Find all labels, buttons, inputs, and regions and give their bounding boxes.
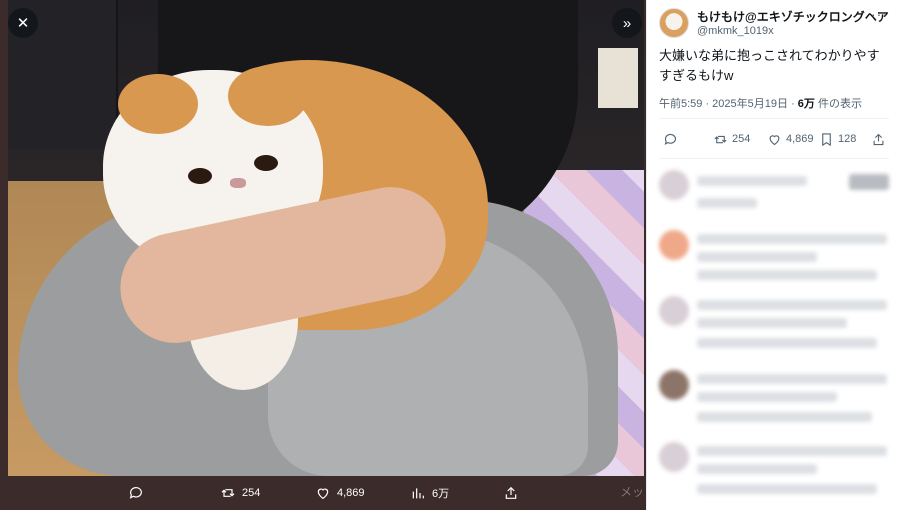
bookmark-count: 128 bbox=[838, 133, 857, 145]
viewer-like-button[interactable]: 4,869 bbox=[315, 484, 365, 502]
close-button[interactable]: ✕ bbox=[8, 8, 38, 38]
reply-button[interactable] bbox=[663, 128, 678, 150]
viewer-views-button[interactable]: 6万 bbox=[410, 484, 449, 502]
viewer-retweet-count: 254 bbox=[242, 487, 261, 499]
divider bbox=[659, 158, 889, 159]
blurred-text bbox=[849, 174, 889, 190]
faint-overlay-text: メッ bbox=[619, 485, 644, 499]
retweet-count: 254 bbox=[732, 133, 751, 145]
reply-avatar bbox=[659, 442, 689, 472]
blurred-text bbox=[697, 338, 877, 348]
reply-avatar bbox=[659, 370, 689, 400]
reply-avatar bbox=[659, 230, 689, 260]
blurred-text bbox=[697, 176, 807, 186]
media-viewer: ✕ » 254 4,869 6万 メッ bbox=[0, 0, 646, 510]
reply-item[interactable] bbox=[659, 292, 891, 354]
viewer-reply-button[interactable] bbox=[128, 484, 150, 502]
blurred-text bbox=[697, 300, 887, 310]
photo-cat-nose bbox=[230, 178, 246, 188]
reply-avatar bbox=[659, 170, 689, 200]
bookmark-button[interactable]: 128 bbox=[819, 128, 856, 150]
blurred-text bbox=[697, 374, 887, 384]
blurred-text bbox=[697, 318, 847, 328]
heart-icon bbox=[317, 488, 329, 500]
chevrons-right-icon: » bbox=[622, 14, 632, 32]
retweet-icon bbox=[221, 489, 235, 497]
blurred-text bbox=[697, 446, 887, 456]
blurred-text bbox=[697, 252, 817, 262]
viewer-views-count: 6万 bbox=[432, 488, 450, 500]
blurred-text bbox=[697, 392, 837, 402]
photo-cat-patch-2 bbox=[228, 66, 308, 126]
blurred-text bbox=[697, 412, 872, 422]
close-icon: ✕ bbox=[16, 15, 30, 32]
tweet-text: 大嫌いな弟に抱っこされてわかりやすすぎるもけw bbox=[659, 48, 880, 83]
share-icon bbox=[873, 133, 884, 145]
reply-item[interactable] bbox=[659, 366, 891, 428]
blurred-text bbox=[697, 464, 817, 474]
author-avatar[interactable] bbox=[659, 8, 689, 38]
heart-icon bbox=[769, 134, 780, 145]
tweet-panel: もけもけ@エキゾチックロングヘア @mkmk_1019x ··· 大嫌いな弟に抱… bbox=[646, 0, 900, 510]
like-count: 4,869 bbox=[786, 133, 814, 145]
photo-cat-eye-left bbox=[188, 168, 212, 184]
tweet-views-count: 6万 bbox=[797, 98, 815, 110]
reply-item[interactable] bbox=[659, 166, 891, 228]
tweet-timestamp[interactable]: 午前5:59 · 2025年5月19日 · bbox=[659, 98, 798, 110]
blurred-text bbox=[697, 270, 877, 280]
tweet-actions: 254 4,869 128 bbox=[659, 128, 891, 150]
viewer-like-count: 4,869 bbox=[337, 487, 365, 499]
reply-icon bbox=[129, 487, 142, 499]
like-button[interactable]: 4,869 bbox=[767, 128, 814, 150]
blurred-text bbox=[697, 234, 887, 244]
divider bbox=[659, 118, 889, 119]
reply-item[interactable] bbox=[659, 226, 891, 288]
photo-cat-patch bbox=[118, 74, 198, 134]
tweet-views-suffix: 件の表示 bbox=[814, 98, 862, 110]
retweet-icon bbox=[714, 135, 727, 143]
reply-icon bbox=[664, 133, 677, 145]
author-handle[interactable]: @mkmk_1019x bbox=[697, 25, 774, 37]
photo-box bbox=[598, 48, 638, 108]
viewer-share-button[interactable] bbox=[503, 484, 519, 502]
share-icon bbox=[505, 486, 517, 499]
tweet-meta: 午前5:59 · 2025年5月19日 · 6万 件の表示 bbox=[659, 95, 862, 111]
reply-item[interactable] bbox=[659, 438, 891, 500]
more-options-button[interactable]: ··· bbox=[871, 6, 888, 22]
bookmark-icon bbox=[822, 132, 831, 146]
bar-chart-icon bbox=[412, 488, 424, 499]
viewer-retweet-button[interactable]: 254 bbox=[220, 484, 260, 502]
author-name[interactable]: もけもけ@エキゾチックロングヘア bbox=[697, 8, 889, 25]
tweet-photo[interactable] bbox=[8, 0, 644, 476]
retweet-button[interactable]: 254 bbox=[713, 128, 750, 150]
blurred-text bbox=[697, 484, 877, 494]
reply-avatar bbox=[659, 296, 689, 326]
photo-cat-eye-right bbox=[254, 155, 278, 171]
blurred-text bbox=[697, 198, 757, 208]
expand-panel-button[interactable]: » bbox=[612, 8, 642, 38]
share-button[interactable] bbox=[871, 128, 886, 150]
